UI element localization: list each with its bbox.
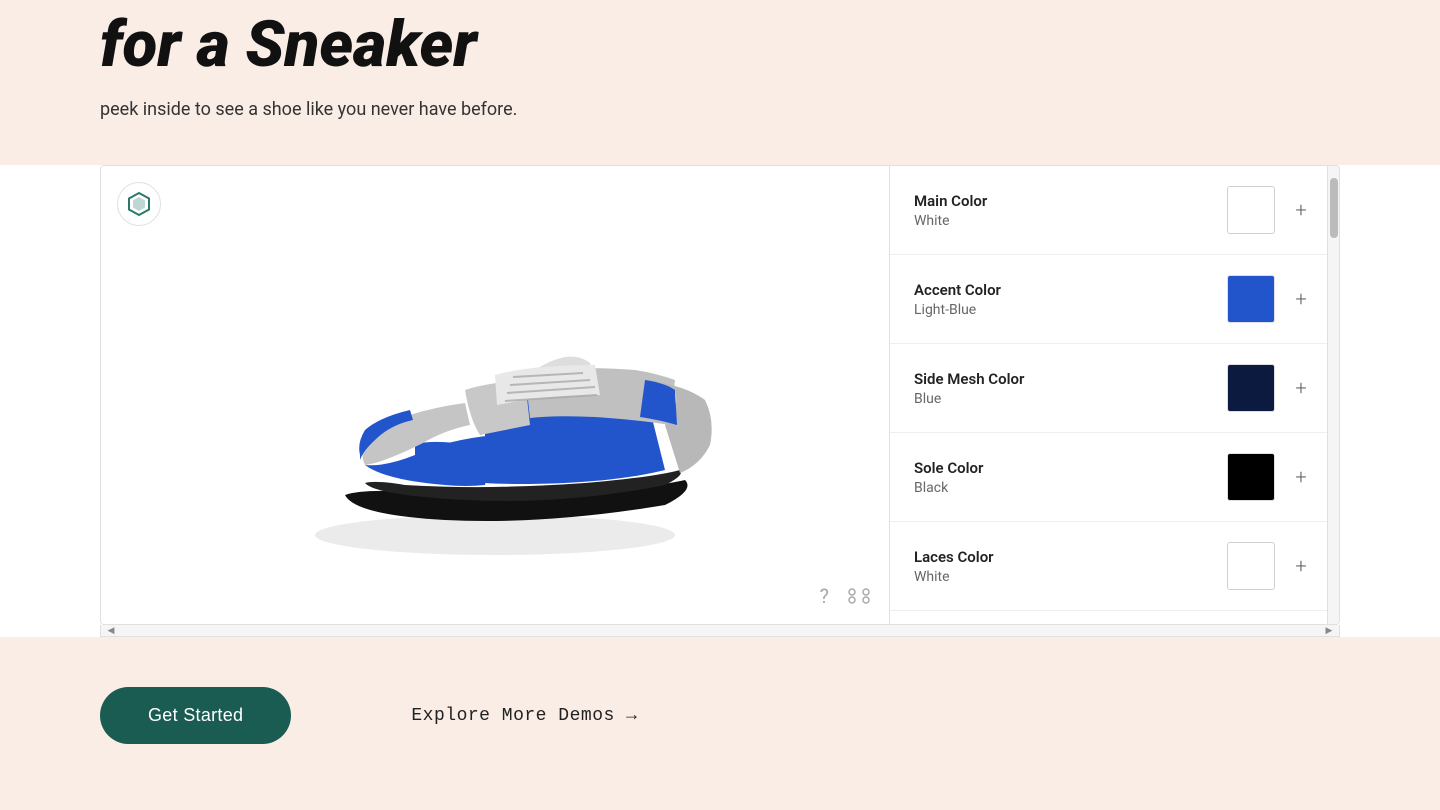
page-headline: for a Sneaker bbox=[100, 10, 1340, 80]
logo-badge bbox=[117, 182, 161, 226]
color-info-sole-color: Sole Color Black bbox=[914, 459, 1215, 496]
color-options-list: Main Color White + Accent Color Light-Bl… bbox=[890, 166, 1339, 611]
vertical-scrollbar[interactable] bbox=[1327, 166, 1339, 624]
bottom-section: Get Started Explore More Demos → bbox=[0, 637, 1440, 794]
plus-button-accent-color[interactable]: + bbox=[1287, 285, 1315, 313]
color-swatch-accent-color[interactable] bbox=[1227, 275, 1275, 323]
color-value-side-mesh-color: Blue bbox=[914, 391, 1215, 407]
color-swatch-side-mesh-color[interactable] bbox=[1227, 364, 1275, 412]
color-info-laces-color: Laces Color White bbox=[914, 548, 1215, 585]
shoe-canvas: ? bbox=[101, 166, 889, 624]
plus-button-side-mesh-color[interactable]: + bbox=[1287, 374, 1315, 402]
explore-demos-link[interactable]: Explore More Demos → bbox=[411, 706, 637, 726]
expand-icon[interactable] bbox=[845, 585, 873, 607]
horizontal-scrollbar-container: ◀ ▶ bbox=[100, 625, 1340, 637]
shoe-3d-view bbox=[265, 225, 725, 565]
plus-button-sole-color[interactable]: + bbox=[1287, 463, 1315, 491]
shoe-svg bbox=[265, 225, 725, 565]
plus-button-main-color[interactable]: + bbox=[1287, 196, 1315, 224]
color-label-laces-color: Laces Color bbox=[914, 548, 1215, 566]
viewer-section: ? Main Color White + Accent Color Light-… bbox=[100, 165, 1340, 625]
color-label-sole-color: Sole Color bbox=[914, 459, 1215, 477]
plus-button-laces-color[interactable]: + bbox=[1287, 552, 1315, 580]
config-panel: Main Color White + Accent Color Light-Bl… bbox=[889, 166, 1339, 624]
color-info-accent-color: Accent Color Light-Blue bbox=[914, 281, 1215, 318]
color-info-main-color: Main Color White bbox=[914, 192, 1215, 229]
color-value-laces-color: White bbox=[914, 569, 1215, 585]
color-value-accent-color: Light-Blue bbox=[914, 302, 1215, 318]
get-started-button[interactable]: Get Started bbox=[100, 687, 291, 744]
color-label-accent-color: Accent Color bbox=[914, 281, 1215, 299]
scroll-right-arrow[interactable]: ▶ bbox=[1319, 625, 1339, 636]
logo-icon bbox=[126, 191, 152, 217]
color-value-sole-color: Black bbox=[914, 480, 1215, 496]
top-section: for a Sneaker peek inside to see a shoe … bbox=[0, 0, 1440, 165]
color-info-side-mesh-color: Side Mesh Color Blue bbox=[914, 370, 1215, 407]
canvas-controls: ? bbox=[820, 584, 873, 608]
color-swatch-main-color[interactable] bbox=[1227, 186, 1275, 234]
help-icon[interactable]: ? bbox=[820, 584, 829, 608]
color-swatch-sole-color[interactable] bbox=[1227, 453, 1275, 501]
color-label-side-mesh-color: Side Mesh Color bbox=[914, 370, 1215, 388]
color-row-laces-color: Laces Color White + bbox=[890, 522, 1339, 611]
color-value-main-color: White bbox=[914, 213, 1215, 229]
color-row-main-color: Main Color White + bbox=[890, 166, 1339, 255]
scroll-left-arrow[interactable]: ◀ bbox=[101, 625, 121, 636]
page-subtitle: peek inside to see a shoe like you never… bbox=[100, 96, 700, 125]
scroll-track bbox=[121, 625, 1319, 636]
color-row-side-mesh-color: Side Mesh Color Blue + bbox=[890, 344, 1339, 433]
scrollbar-thumb[interactable] bbox=[1330, 178, 1338, 238]
color-row-sole-color: Sole Color Black + bbox=[890, 433, 1339, 522]
color-swatch-laces-color[interactable] bbox=[1227, 542, 1275, 590]
color-label-main-color: Main Color bbox=[914, 192, 1215, 210]
color-row-accent-color: Accent Color Light-Blue + bbox=[890, 255, 1339, 344]
